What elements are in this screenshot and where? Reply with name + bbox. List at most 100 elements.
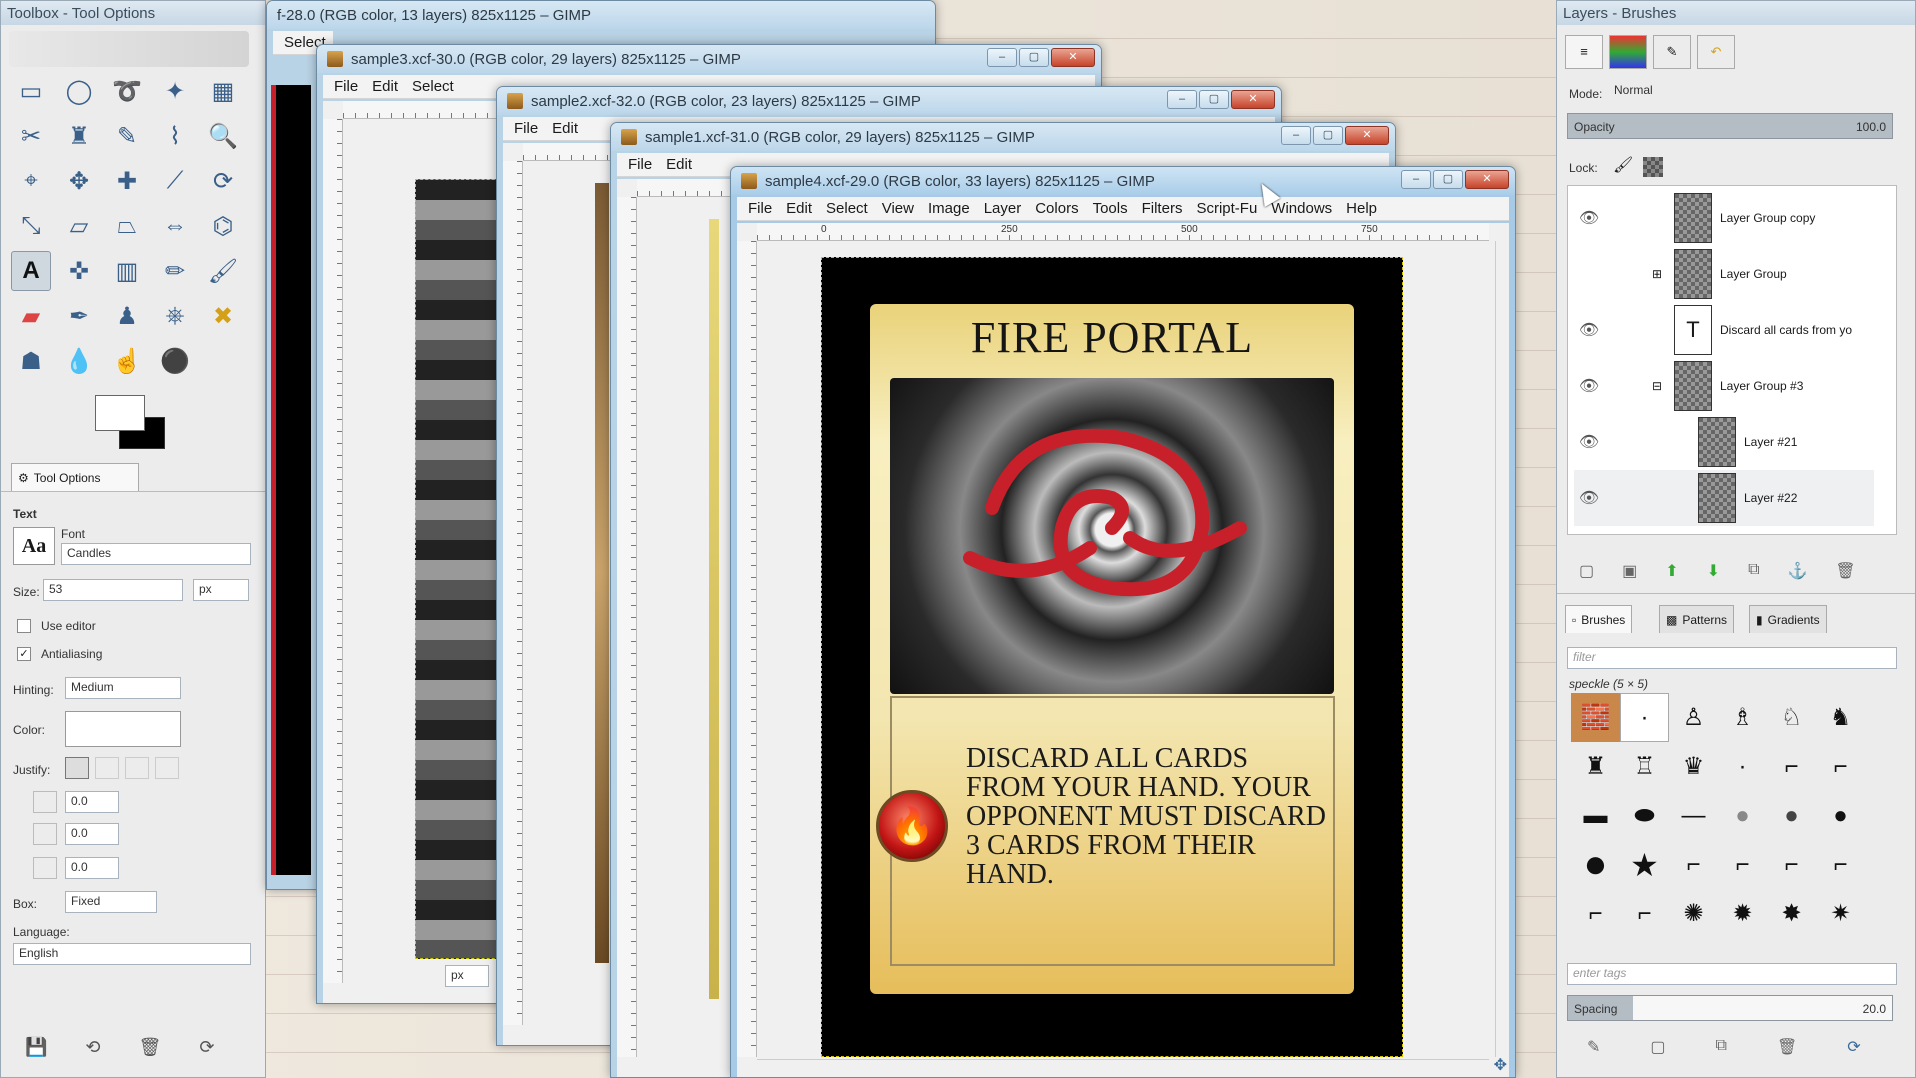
- brush-tags-input[interactable]: enter tags: [1567, 963, 1897, 985]
- measure-icon[interactable]: ⌖: [11, 161, 51, 201]
- brush-item[interactable]: ⌐: [1767, 840, 1816, 889]
- brush-item[interactable]: ●: [1816, 791, 1865, 840]
- scissors-icon[interactable]: ✂: [11, 116, 51, 156]
- size-field[interactable]: 53: [43, 579, 183, 601]
- brush-item[interactable]: ●: [1767, 791, 1816, 840]
- brush-item[interactable]: ⌐: [1767, 742, 1816, 791]
- menu-tools[interactable]: Tools: [1088, 200, 1133, 217]
- dodge-icon[interactable]: 💧: [59, 341, 99, 381]
- visibility-eye-icon[interactable]: 👁: [1574, 432, 1604, 452]
- sample1-image[interactable]: [709, 219, 719, 999]
- save-options-icon[interactable]: 💾: [25, 1037, 47, 1058]
- close-button[interactable]: ✕: [1345, 126, 1389, 145]
- close-button[interactable]: ✕: [1465, 170, 1509, 189]
- rect-select-icon[interactable]: ▭: [11, 71, 51, 111]
- clone-icon[interactable]: ⎈: [155, 296, 195, 336]
- gradients-tab[interactable]: ▮ Gradients: [1749, 605, 1827, 633]
- brushes-tab[interactable]: ▫ Brushes: [1565, 605, 1633, 633]
- toolbox-title[interactable]: Toolbox - Tool Options: [1, 1, 265, 25]
- justify-right-icon[interactable]: [95, 757, 119, 779]
- airbrush-icon[interactable]: ✒: [59, 296, 99, 336]
- image-window-sample4[interactable]: sample4.xcf-29.0 (RGB color, 33 layers) …: [730, 166, 1516, 1078]
- new-brush-icon[interactable]: ▢: [1650, 1037, 1665, 1057]
- visibility-eye-icon[interactable]: 👁: [1574, 208, 1604, 228]
- hinting-dropdown[interactable]: Medium: [65, 677, 181, 699]
- restore-options-icon[interactable]: ⟲: [85, 1037, 100, 1058]
- brush-item[interactable]: ·: [1620, 693, 1669, 742]
- flip-icon[interactable]: ⇔: [155, 206, 195, 246]
- menu-layer[interactable]: Layer: [979, 200, 1027, 217]
- fuzzy-select-icon[interactable]: ✦: [155, 71, 195, 111]
- lock-alpha-icon[interactable]: [1643, 157, 1663, 177]
- brush-item[interactable]: ♜: [1571, 742, 1620, 791]
- brush-item[interactable]: ⌐: [1816, 840, 1865, 889]
- sample4-titlebar[interactable]: sample4.xcf-29.0 (RGB color, 33 layers) …: [731, 167, 1515, 195]
- brush-item[interactable]: ♛: [1669, 742, 1718, 791]
- menu-edit[interactable]: Edit: [781, 200, 817, 217]
- justify-left-icon[interactable]: [65, 757, 89, 779]
- eraser-icon[interactable]: ▰: [11, 296, 51, 336]
- free-select-icon[interactable]: ➰: [107, 71, 147, 111]
- box-dropdown[interactable]: Fixed: [65, 891, 157, 913]
- tool-options-tab[interactable]: ⚙ Tool Options: [11, 463, 139, 491]
- edit-brush-icon[interactable]: ✎: [1587, 1037, 1600, 1057]
- delete-options-icon[interactable]: 🗑: [139, 1037, 162, 1058]
- lower-layer-icon[interactable]: ⬇: [1707, 561, 1720, 581]
- justify-fill-icon[interactable]: [155, 757, 179, 779]
- delete-layer-icon[interactable]: 🗑: [1835, 561, 1855, 581]
- menu-edit[interactable]: Edit: [367, 78, 403, 95]
- brush-item[interactable]: ⌐: [1571, 889, 1620, 938]
- duplicate-brush-icon[interactable]: ⧉: [1716, 1037, 1727, 1057]
- menu-help[interactable]: Help: [1341, 200, 1382, 217]
- blur-icon[interactable]: ☗: [11, 341, 51, 381]
- paths-icon[interactable]: ✎: [107, 116, 147, 156]
- font-field[interactable]: Candles: [61, 543, 251, 565]
- smudge-icon[interactable]: ☝: [107, 341, 147, 381]
- brush-item[interactable]: —: [1669, 791, 1718, 840]
- undo-tab-icon[interactable]: ↶: [1697, 35, 1735, 69]
- image-window-back-titlebar[interactable]: f-28.0 (RGB color, 13 layers) 825x1125 –…: [267, 1, 935, 29]
- brush-item[interactable]: ♗: [1718, 693, 1767, 742]
- brush-item[interactable]: ●: [1718, 791, 1767, 840]
- foreground-select-icon[interactable]: ♜: [59, 116, 99, 156]
- brush-item[interactable]: ✹: [1718, 889, 1767, 938]
- crop-icon[interactable]: ⟋: [155, 161, 195, 201]
- menu-colors[interactable]: Colors: [1030, 200, 1083, 217]
- sample2-titlebar[interactable]: sample2.xcf-32.0 (RGB color, 23 layers) …: [497, 87, 1281, 115]
- paths-tab-icon[interactable]: ✎: [1653, 35, 1691, 69]
- brush-item[interactable]: ✺: [1669, 889, 1718, 938]
- line-spacing-field[interactable]: 0.0: [65, 823, 119, 845]
- minimize-button[interactable]: –: [1167, 90, 1197, 109]
- new-layer-icon[interactable]: ▢: [1579, 561, 1594, 581]
- raise-layer-icon[interactable]: ⬆: [1665, 561, 1678, 581]
- shear-icon[interactable]: ▱: [59, 206, 99, 246]
- new-group-icon[interactable]: ▣: [1622, 561, 1637, 581]
- layers-dock-title[interactable]: Layers - Brushes: [1557, 1, 1915, 25]
- size-unit-dropdown[interactable]: px: [193, 579, 249, 601]
- maximize-button[interactable]: ▢: [1313, 126, 1343, 145]
- patterns-tab[interactable]: ▩ Patterns: [1659, 605, 1735, 633]
- menu-edit[interactable]: Edit: [547, 120, 583, 137]
- zoom-icon[interactable]: 🔍: [203, 116, 243, 156]
- language-field[interactable]: English: [13, 943, 251, 965]
- paintbrush-icon[interactable]: 🖌: [203, 251, 243, 291]
- ellipse-select-icon[interactable]: ◯: [59, 71, 99, 111]
- text-tool-icon[interactable]: A: [11, 251, 51, 291]
- channels-tab-icon[interactable]: [1609, 35, 1647, 69]
- navigate-icon[interactable]: ✥: [1494, 1055, 1507, 1075]
- brush-item[interactable]: ✸: [1767, 889, 1816, 938]
- image-canvas[interactable]: FIRE PORTAL 🔥 DISCARD ALL CARDS FROM YOU…: [821, 257, 1403, 1057]
- menu-select[interactable]: Select: [407, 78, 459, 95]
- maximize-button[interactable]: ▢: [1433, 170, 1463, 189]
- brush-item[interactable]: ♞: [1816, 693, 1865, 742]
- blend-icon[interactable]: ▥: [107, 251, 147, 291]
- brush-item[interactable]: ⌐: [1718, 840, 1767, 889]
- brush-item[interactable]: ♙: [1669, 693, 1718, 742]
- menu-edit[interactable]: Edit: [661, 156, 697, 173]
- lock-paint-icon[interactable]: 🖌: [1613, 155, 1633, 175]
- brush-item[interactable]: ▬: [1571, 791, 1620, 840]
- layer-row[interactable]: 👁 Layer #21: [1574, 414, 1874, 470]
- reset-options-icon[interactable]: ⟳: [199, 1037, 214, 1058]
- pencil-icon[interactable]: ✏: [155, 251, 195, 291]
- brush-item[interactable]: ★: [1620, 840, 1669, 889]
